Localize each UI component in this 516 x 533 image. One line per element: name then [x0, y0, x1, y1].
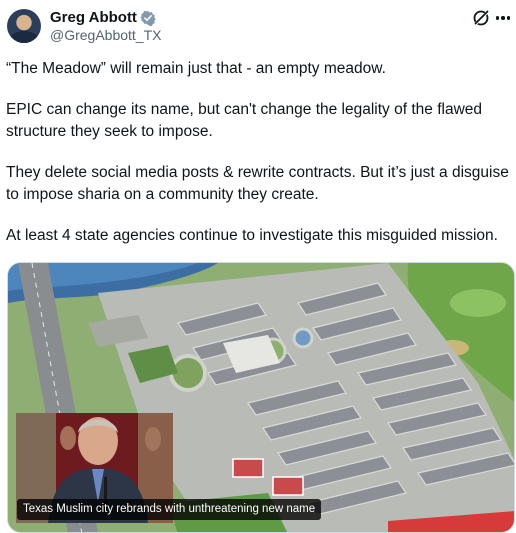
media-caption: Texas Muslim city rebrands with unthreat…: [17, 499, 322, 520]
avatar[interactable]: [7, 9, 41, 43]
tweet-header: Greg Abbott @GregAbbott_TX: [0, 0, 516, 50]
more-icon[interactable]: [493, 8, 513, 28]
author-line: Greg Abbott: [50, 9, 156, 26]
tweet-paragraph: They delete social media posts & rewrite…: [6, 164, 509, 203]
tweet-paragraph: At least 4 state agencies continue to in…: [6, 227, 498, 244]
aerial-city-render: [8, 263, 514, 532]
tweet-paragraph: EPIC can change its name, but can't chan…: [6, 101, 483, 140]
verified-badge-icon: [140, 10, 156, 26]
tweet-media-image[interactable]: [7, 262, 515, 533]
author-name[interactable]: Greg Abbott: [50, 9, 137, 26]
tweet-paragraph: “The Meadow” will remain just that - an …: [6, 60, 386, 77]
grok-icon[interactable]: [471, 8, 491, 28]
tweet-text: “The Meadow” will remain just that - an …: [6, 58, 512, 247]
author-handle[interactable]: @GregAbbott_TX: [50, 27, 162, 43]
